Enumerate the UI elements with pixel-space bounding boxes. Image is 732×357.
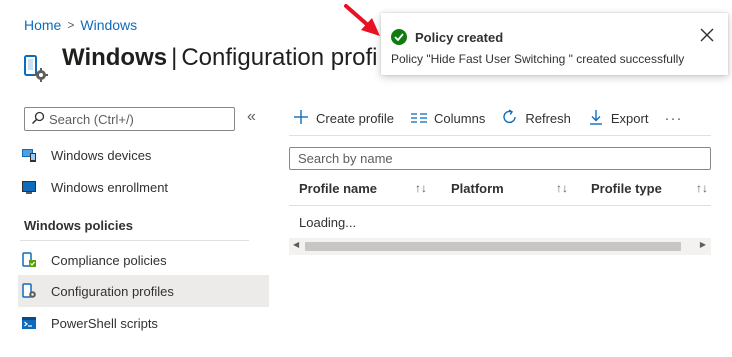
scroll-left-icon[interactable]: ◀ (293, 240, 299, 249)
compliance-icon (21, 252, 37, 268)
table-loading-text: Loading... (299, 215, 357, 230)
sort-icon[interactable]: ↑↓ (415, 181, 427, 195)
refresh-button[interactable]: Refresh (501, 108, 571, 128)
scrollbar-thumb[interactable] (305, 242, 681, 251)
search-icon (31, 111, 45, 128)
sidebar-item-label: Configuration profiles (51, 283, 174, 299)
collapse-sidebar-button[interactable]: « (247, 108, 256, 126)
sidebar-search-placeholder: Search (Ctrl+/) (49, 111, 134, 127)
more-options-button[interactable]: ··· (664, 110, 682, 127)
page-title-secondary: Configuration profi (181, 44, 378, 71)
sidebar-item-label: Windows devices (51, 147, 152, 163)
sidebar-item-windows-enrollment[interactable]: Windows enrollment (18, 171, 269, 203)
download-icon (587, 109, 605, 128)
columns-icon (410, 110, 428, 127)
columns-label: Columns (434, 110, 486, 126)
breadcrumb-windows-link[interactable]: Windows (80, 17, 137, 33)
close-icon[interactable] (700, 28, 716, 44)
breadcrumb-separator: > (67, 18, 75, 32)
search-by-name-input[interactable]: Search by name (289, 147, 711, 170)
section-divider (20, 240, 249, 241)
sidebar-item-configuration-profiles[interactable]: Configuration profiles (18, 275, 269, 307)
toolbar-divider (289, 135, 711, 136)
sidebar-item-powershell-scripts[interactable]: PowerShell scripts (18, 307, 269, 339)
sidebar-item-label: Windows enrollment (51, 179, 169, 195)
column-header-profile-type[interactable]: Profile type (591, 181, 662, 196)
enrollment-icon (21, 179, 37, 195)
create-profile-button[interactable]: Create profile (292, 109, 395, 127)
columns-button[interactable]: Columns (410, 110, 485, 127)
notification-title: Policy created (415, 30, 504, 45)
export-label: Export (610, 110, 649, 126)
sidebar-item-label: PowerShell scripts (51, 315, 158, 331)
export-button[interactable]: Export (587, 109, 649, 128)
devices-icon (21, 147, 37, 163)
plus-icon (292, 109, 310, 127)
table-header-divider (289, 205, 711, 206)
create-profile-label: Create profile (316, 110, 395, 126)
sidebar-item-compliance-policies[interactable]: Compliance policies (18, 244, 269, 276)
page-title-separator: | (171, 44, 178, 71)
scroll-right-icon[interactable]: ▶ (700, 240, 706, 249)
horizontal-scrollbar[interactable]: ◀ ▶ (289, 238, 711, 255)
section-heading-windows-policies: Windows policies (24, 218, 133, 233)
sidebar-search-input[interactable]: Search (Ctrl+/) (24, 107, 235, 131)
refresh-icon (501, 108, 519, 128)
notification-toast: Policy created Policy "Hide Fast User Sw… (381, 13, 728, 75)
sort-icon[interactable]: ↑↓ (556, 181, 568, 195)
configuration-profile-icon (22, 54, 50, 82)
breadcrumb-home-link[interactable]: Home (24, 17, 61, 33)
column-header-profile-name[interactable]: Profile name (299, 181, 377, 196)
breadcrumb: Home > Windows (24, 17, 137, 33)
refresh-label: Refresh (525, 110, 571, 126)
page-title: Windows | Configuration profi (62, 44, 377, 72)
sidebar-item-label: Compliance policies (51, 252, 167, 268)
column-header-platform[interactable]: Platform (451, 181, 504, 196)
notification-message: Policy "Hide Fast User Switching " creat… (391, 52, 685, 66)
page-title-primary: Windows (62, 44, 168, 71)
sort-icon[interactable]: ↑↓ (696, 181, 708, 195)
success-check-icon (391, 29, 407, 45)
command-bar: Create profile Columns Refresh Export ··… (292, 106, 682, 130)
annotation-arrow-icon (340, 3, 388, 44)
sidebar-item-windows-devices[interactable]: Windows devices (18, 139, 269, 171)
powershell-icon (21, 315, 37, 331)
configuration-icon (21, 283, 37, 299)
